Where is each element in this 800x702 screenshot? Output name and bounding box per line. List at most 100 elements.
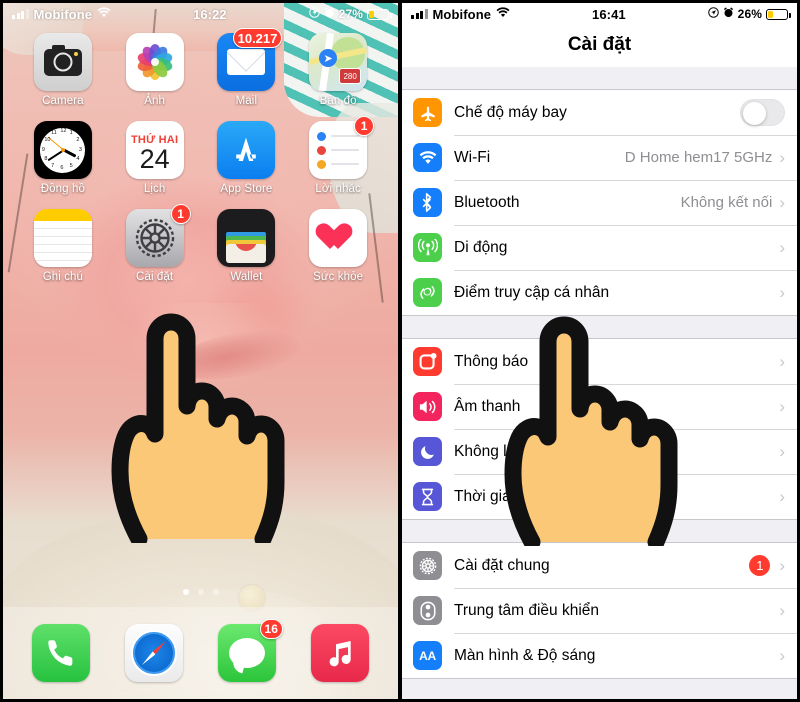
chevron-right-icon: › <box>779 352 785 371</box>
general-badge: 1 <box>749 555 771 576</box>
chevron-right-icon: › <box>779 487 785 506</box>
settings-row-do-not-disturb[interactable]: Không làm phiền › <box>402 429 797 474</box>
app-mail[interactable]: 10.217 Mail <box>204 28 288 107</box>
right-phone-settings-screen: Mobifone 16:41 26% Cài đặt Chế độ máy ba… <box>400 0 800 702</box>
dock-app-phone[interactable] <box>19 624 103 682</box>
settings-row-label: Trung tâm điều khiển <box>454 601 600 619</box>
sounds-icon <box>413 392 442 421</box>
app-label: Lời nhắc <box>315 183 361 195</box>
hotspot-icon <box>413 278 442 307</box>
maps-icon: ➤ 280 <box>309 33 368 91</box>
chevron-right-icon: › <box>779 397 785 416</box>
app-notes[interactable]: Ghi chú <box>21 209 105 283</box>
dock-app-safari[interactable] <box>112 624 196 682</box>
app-label: Ảnh <box>144 95 165 107</box>
app-health[interactable]: Sức khỏe <box>296 209 380 283</box>
settings-group-general: Cài đặt chung 1 › Trung tâm điều khiển ›… <box>402 542 797 679</box>
battery-low-power-icon <box>367 8 392 20</box>
app-clock[interactable]: 1 2 3 4 5 6 7 8 9 10 11 12 Đồng hồ <box>21 121 105 195</box>
cellular-signal-icon <box>411 9 428 19</box>
messages-badge: 16 <box>259 619 283 639</box>
app-label: App Store <box>220 183 273 195</box>
dock-app-music[interactable] <box>298 624 382 682</box>
app-label: Cài đặt <box>136 271 174 283</box>
maps-shield-label: 280 <box>339 68 362 84</box>
settings-row-value: D Home hem17 5GHz <box>624 149 773 166</box>
display-aa-icon: AA <box>413 641 442 670</box>
wallet-icon <box>217 209 276 267</box>
dock-app-messages[interactable]: 16 <box>205 619 289 682</box>
carrier-label: Mobifone <box>432 6 492 22</box>
carrier-label: Mobifone <box>33 6 93 22</box>
page-dot <box>182 589 189 595</box>
settings-row-label: Thông báo <box>454 352 529 370</box>
page-dot <box>197 589 204 595</box>
app-label: Lịch <box>143 183 166 195</box>
app-label: Đồng hồ <box>40 183 85 195</box>
phone-icon <box>32 624 91 682</box>
app-settings[interactable]: 1 Cài đặt <box>113 204 197 283</box>
notifications-icon <box>413 347 442 376</box>
music-icon <box>310 624 369 682</box>
settings-row-label: Bluetooth <box>454 193 520 211</box>
wifi-icon <box>413 143 442 172</box>
settings-row-value: Không kết nối <box>680 194 773 211</box>
app-app-store[interactable]: App Store <box>204 121 288 195</box>
settings-row-airplane-mode[interactable]: Chế độ máy bay <box>402 90 797 135</box>
app-wallet[interactable]: Wallet <box>204 209 288 283</box>
wifi-icon <box>97 7 111 21</box>
home-dock: 16 <box>3 607 398 699</box>
settings-row-label: Không làm phiền <box>454 442 571 460</box>
settings-row-label: Màn hình & Độ sáng <box>454 646 596 664</box>
app-label: Sức khỏe <box>313 271 364 283</box>
battery-percent-label: 26% <box>737 7 762 21</box>
settings-row-general[interactable]: Cài đặt chung 1 › <box>402 543 797 588</box>
settings-row-screen-time[interactable]: Thời gian sử dụng › <box>402 474 797 519</box>
settings-row-label: Âm thanh <box>454 397 521 415</box>
left-status-bar: Mobifone 16:22 27% <box>3 3 398 25</box>
settings-row-notifications[interactable]: Thông báo › <box>402 339 797 384</box>
settings-row-label: Cài đặt chung <box>454 556 550 574</box>
alarm-clock-icon <box>324 7 335 21</box>
app-calendar[interactable]: THỨ HAI 24 Lịch <box>113 121 197 195</box>
settings-row-bluetooth[interactable]: Bluetooth Không kết nối › <box>402 180 797 225</box>
alarm-clock-icon <box>723 7 734 21</box>
settings-group-notifications: Thông báo › Âm thanh › Không làm phiền › <box>402 338 797 520</box>
settings-row-personal-hotspot[interactable]: Điểm truy cập cá nhân › <box>402 270 797 315</box>
clock-label: 16:41 <box>592 6 626 22</box>
location-arrow-icon <box>707 7 719 21</box>
page-dot <box>212 589 219 595</box>
notes-icon <box>33 209 92 267</box>
app-camera[interactable]: Camera <box>21 33 105 107</box>
cellular-signal-icon <box>12 9 29 19</box>
app-reminders[interactable]: 1 Lời nhắc <box>296 116 380 195</box>
settings-row-sounds[interactable]: Âm thanh › <box>402 384 797 429</box>
settings-row-label: Di động <box>454 238 508 256</box>
left-phone-home-screen: Mobifone 16:22 27% Camera Ảnh 10.217 Mai… <box>0 0 400 702</box>
app-maps[interactable]: ➤ 280 Bản đồ <box>296 33 380 107</box>
do-not-disturb-icon <box>413 437 442 466</box>
airplane-mode-toggle[interactable] <box>740 99 785 126</box>
safari-icon <box>125 624 184 682</box>
calendar-day: 24 <box>139 143 170 174</box>
chevron-right-icon: › <box>779 556 785 575</box>
chevron-right-icon: › <box>779 601 785 620</box>
wifi-icon <box>496 7 510 21</box>
app-photos[interactable]: Ảnh <box>113 33 197 107</box>
chevron-right-icon: › <box>779 442 785 461</box>
settings-row-cellular[interactable]: Di động › <box>402 225 797 270</box>
photos-icon <box>125 33 184 91</box>
app-label: Mail <box>235 95 258 107</box>
settings-row-label: Wi-Fi <box>454 148 491 166</box>
page-indicator <box>3 589 398 595</box>
airplane-icon <box>413 98 442 127</box>
settings-row-wifi[interactable]: Wi-Fi D Home hem17 5GHz › <box>402 135 797 180</box>
settings-row-display-brightness[interactable]: AA Màn hình & Độ sáng › <box>402 633 797 678</box>
location-arrow-icon <box>308 7 320 21</box>
app-label: Camera <box>42 95 84 107</box>
settings-row-control-center[interactable]: Trung tâm điều khiển › <box>402 588 797 633</box>
mail-badge: 10.217 <box>232 28 283 48</box>
settings-row-label: Chế độ máy bay <box>454 103 567 121</box>
settings-list[interactable]: Chế độ máy bay Wi-Fi D Home hem17 5GHz › <box>402 67 797 699</box>
dual-phone-screenshot: Mobifone 16:22 27% Camera Ảnh 10.217 Mai… <box>0 0 800 702</box>
